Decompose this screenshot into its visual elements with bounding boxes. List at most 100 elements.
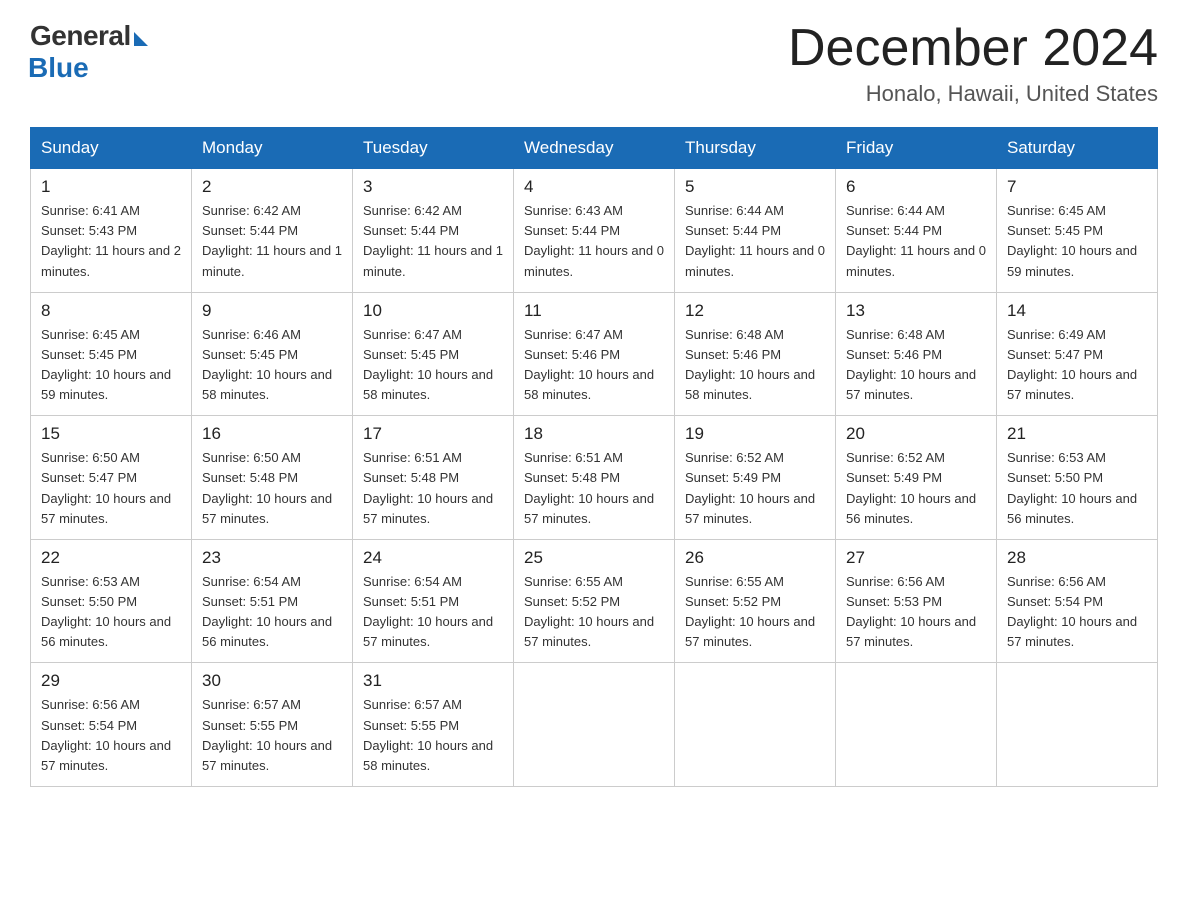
logo-blue-text: Blue — [28, 52, 89, 84]
table-row: 29 Sunrise: 6:56 AMSunset: 5:54 PMDaylig… — [31, 663, 192, 787]
day-info: Sunrise: 6:56 AMSunset: 5:54 PMDaylight:… — [1007, 572, 1147, 653]
table-row: 14 Sunrise: 6:49 AMSunset: 5:47 PMDaylig… — [997, 292, 1158, 416]
table-row — [836, 663, 997, 787]
table-row: 10 Sunrise: 6:47 AMSunset: 5:45 PMDaylig… — [353, 292, 514, 416]
table-row: 21 Sunrise: 6:53 AMSunset: 5:50 PMDaylig… — [997, 416, 1158, 540]
day-number: 7 — [1007, 177, 1147, 197]
header-thursday: Thursday — [675, 128, 836, 169]
table-row: 7 Sunrise: 6:45 AMSunset: 5:45 PMDayligh… — [997, 169, 1158, 293]
day-info: Sunrise: 6:49 AMSunset: 5:47 PMDaylight:… — [1007, 325, 1147, 406]
day-info: Sunrise: 6:56 AMSunset: 5:53 PMDaylight:… — [846, 572, 986, 653]
header-tuesday: Tuesday — [353, 128, 514, 169]
logo-general-text: General — [30, 20, 131, 52]
day-number: 26 — [685, 548, 825, 568]
header-wednesday: Wednesday — [514, 128, 675, 169]
day-info: Sunrise: 6:55 AMSunset: 5:52 PMDaylight:… — [685, 572, 825, 653]
day-number: 24 — [363, 548, 503, 568]
day-number: 9 — [202, 301, 342, 321]
logo-triangle-icon — [134, 32, 148, 46]
day-number: 16 — [202, 424, 342, 444]
day-info: Sunrise: 6:50 AMSunset: 5:48 PMDaylight:… — [202, 448, 342, 529]
table-row: 15 Sunrise: 6:50 AMSunset: 5:47 PMDaylig… — [31, 416, 192, 540]
table-row: 2 Sunrise: 6:42 AMSunset: 5:44 PMDayligh… — [192, 169, 353, 293]
table-row: 12 Sunrise: 6:48 AMSunset: 5:46 PMDaylig… — [675, 292, 836, 416]
day-info: Sunrise: 6:52 AMSunset: 5:49 PMDaylight:… — [846, 448, 986, 529]
day-number: 10 — [363, 301, 503, 321]
day-info: Sunrise: 6:52 AMSunset: 5:49 PMDaylight:… — [685, 448, 825, 529]
day-number: 19 — [685, 424, 825, 444]
table-row: 22 Sunrise: 6:53 AMSunset: 5:50 PMDaylig… — [31, 539, 192, 663]
day-info: Sunrise: 6:41 AMSunset: 5:43 PMDaylight:… — [41, 201, 181, 282]
title-area: December 2024 Honalo, Hawaii, United Sta… — [788, 20, 1158, 107]
day-info: Sunrise: 6:44 AMSunset: 5:44 PMDaylight:… — [846, 201, 986, 282]
table-row: 11 Sunrise: 6:47 AMSunset: 5:46 PMDaylig… — [514, 292, 675, 416]
day-number: 29 — [41, 671, 181, 691]
table-row: 20 Sunrise: 6:52 AMSunset: 5:49 PMDaylig… — [836, 416, 997, 540]
day-number: 13 — [846, 301, 986, 321]
day-info: Sunrise: 6:43 AMSunset: 5:44 PMDaylight:… — [524, 201, 664, 282]
weekday-header-row: Sunday Monday Tuesday Wednesday Thursday… — [31, 128, 1158, 169]
table-row: 8 Sunrise: 6:45 AMSunset: 5:45 PMDayligh… — [31, 292, 192, 416]
day-number: 31 — [363, 671, 503, 691]
table-row: 17 Sunrise: 6:51 AMSunset: 5:48 PMDaylig… — [353, 416, 514, 540]
day-number: 6 — [846, 177, 986, 197]
day-info: Sunrise: 6:42 AMSunset: 5:44 PMDaylight:… — [202, 201, 342, 282]
table-row — [997, 663, 1158, 787]
header-friday: Friday — [836, 128, 997, 169]
day-info: Sunrise: 6:44 AMSunset: 5:44 PMDaylight:… — [685, 201, 825, 282]
table-row: 19 Sunrise: 6:52 AMSunset: 5:49 PMDaylig… — [675, 416, 836, 540]
table-row: 16 Sunrise: 6:50 AMSunset: 5:48 PMDaylig… — [192, 416, 353, 540]
day-number: 27 — [846, 548, 986, 568]
table-row: 13 Sunrise: 6:48 AMSunset: 5:46 PMDaylig… — [836, 292, 997, 416]
day-info: Sunrise: 6:45 AMSunset: 5:45 PMDaylight:… — [1007, 201, 1147, 282]
table-row — [514, 663, 675, 787]
day-info: Sunrise: 6:47 AMSunset: 5:46 PMDaylight:… — [524, 325, 664, 406]
day-number: 4 — [524, 177, 664, 197]
day-info: Sunrise: 6:48 AMSunset: 5:46 PMDaylight:… — [685, 325, 825, 406]
table-row — [675, 663, 836, 787]
day-number: 28 — [1007, 548, 1147, 568]
header-monday: Monday — [192, 128, 353, 169]
day-info: Sunrise: 6:56 AMSunset: 5:54 PMDaylight:… — [41, 695, 181, 776]
day-number: 30 — [202, 671, 342, 691]
calendar-week-row: 22 Sunrise: 6:53 AMSunset: 5:50 PMDaylig… — [31, 539, 1158, 663]
calendar-week-row: 15 Sunrise: 6:50 AMSunset: 5:47 PMDaylig… — [31, 416, 1158, 540]
table-row: 26 Sunrise: 6:55 AMSunset: 5:52 PMDaylig… — [675, 539, 836, 663]
calendar-week-row: 8 Sunrise: 6:45 AMSunset: 5:45 PMDayligh… — [31, 292, 1158, 416]
table-row: 5 Sunrise: 6:44 AMSunset: 5:44 PMDayligh… — [675, 169, 836, 293]
table-row: 25 Sunrise: 6:55 AMSunset: 5:52 PMDaylig… — [514, 539, 675, 663]
day-number: 23 — [202, 548, 342, 568]
day-number: 15 — [41, 424, 181, 444]
day-number: 22 — [41, 548, 181, 568]
table-row: 18 Sunrise: 6:51 AMSunset: 5:48 PMDaylig… — [514, 416, 675, 540]
page-header: General Blue December 2024 Honalo, Hawai… — [30, 20, 1158, 107]
day-info: Sunrise: 6:53 AMSunset: 5:50 PMDaylight:… — [1007, 448, 1147, 529]
table-row: 3 Sunrise: 6:42 AMSunset: 5:44 PMDayligh… — [353, 169, 514, 293]
table-row: 28 Sunrise: 6:56 AMSunset: 5:54 PMDaylig… — [997, 539, 1158, 663]
location-title: Honalo, Hawaii, United States — [788, 81, 1158, 107]
table-row: 27 Sunrise: 6:56 AMSunset: 5:53 PMDaylig… — [836, 539, 997, 663]
day-number: 21 — [1007, 424, 1147, 444]
day-number: 5 — [685, 177, 825, 197]
table-row: 6 Sunrise: 6:44 AMSunset: 5:44 PMDayligh… — [836, 169, 997, 293]
day-info: Sunrise: 6:48 AMSunset: 5:46 PMDaylight:… — [846, 325, 986, 406]
day-info: Sunrise: 6:42 AMSunset: 5:44 PMDaylight:… — [363, 201, 503, 282]
day-info: Sunrise: 6:57 AMSunset: 5:55 PMDaylight:… — [363, 695, 503, 776]
table-row: 31 Sunrise: 6:57 AMSunset: 5:55 PMDaylig… — [353, 663, 514, 787]
day-info: Sunrise: 6:54 AMSunset: 5:51 PMDaylight:… — [202, 572, 342, 653]
day-number: 1 — [41, 177, 181, 197]
table-row: 4 Sunrise: 6:43 AMSunset: 5:44 PMDayligh… — [514, 169, 675, 293]
day-number: 20 — [846, 424, 986, 444]
day-info: Sunrise: 6:46 AMSunset: 5:45 PMDaylight:… — [202, 325, 342, 406]
day-info: Sunrise: 6:47 AMSunset: 5:45 PMDaylight:… — [363, 325, 503, 406]
day-info: Sunrise: 6:51 AMSunset: 5:48 PMDaylight:… — [363, 448, 503, 529]
table-row: 30 Sunrise: 6:57 AMSunset: 5:55 PMDaylig… — [192, 663, 353, 787]
day-number: 3 — [363, 177, 503, 197]
day-number: 2 — [202, 177, 342, 197]
day-number: 8 — [41, 301, 181, 321]
day-number: 12 — [685, 301, 825, 321]
table-row: 1 Sunrise: 6:41 AMSunset: 5:43 PMDayligh… — [31, 169, 192, 293]
day-number: 17 — [363, 424, 503, 444]
day-number: 18 — [524, 424, 664, 444]
day-number: 25 — [524, 548, 664, 568]
